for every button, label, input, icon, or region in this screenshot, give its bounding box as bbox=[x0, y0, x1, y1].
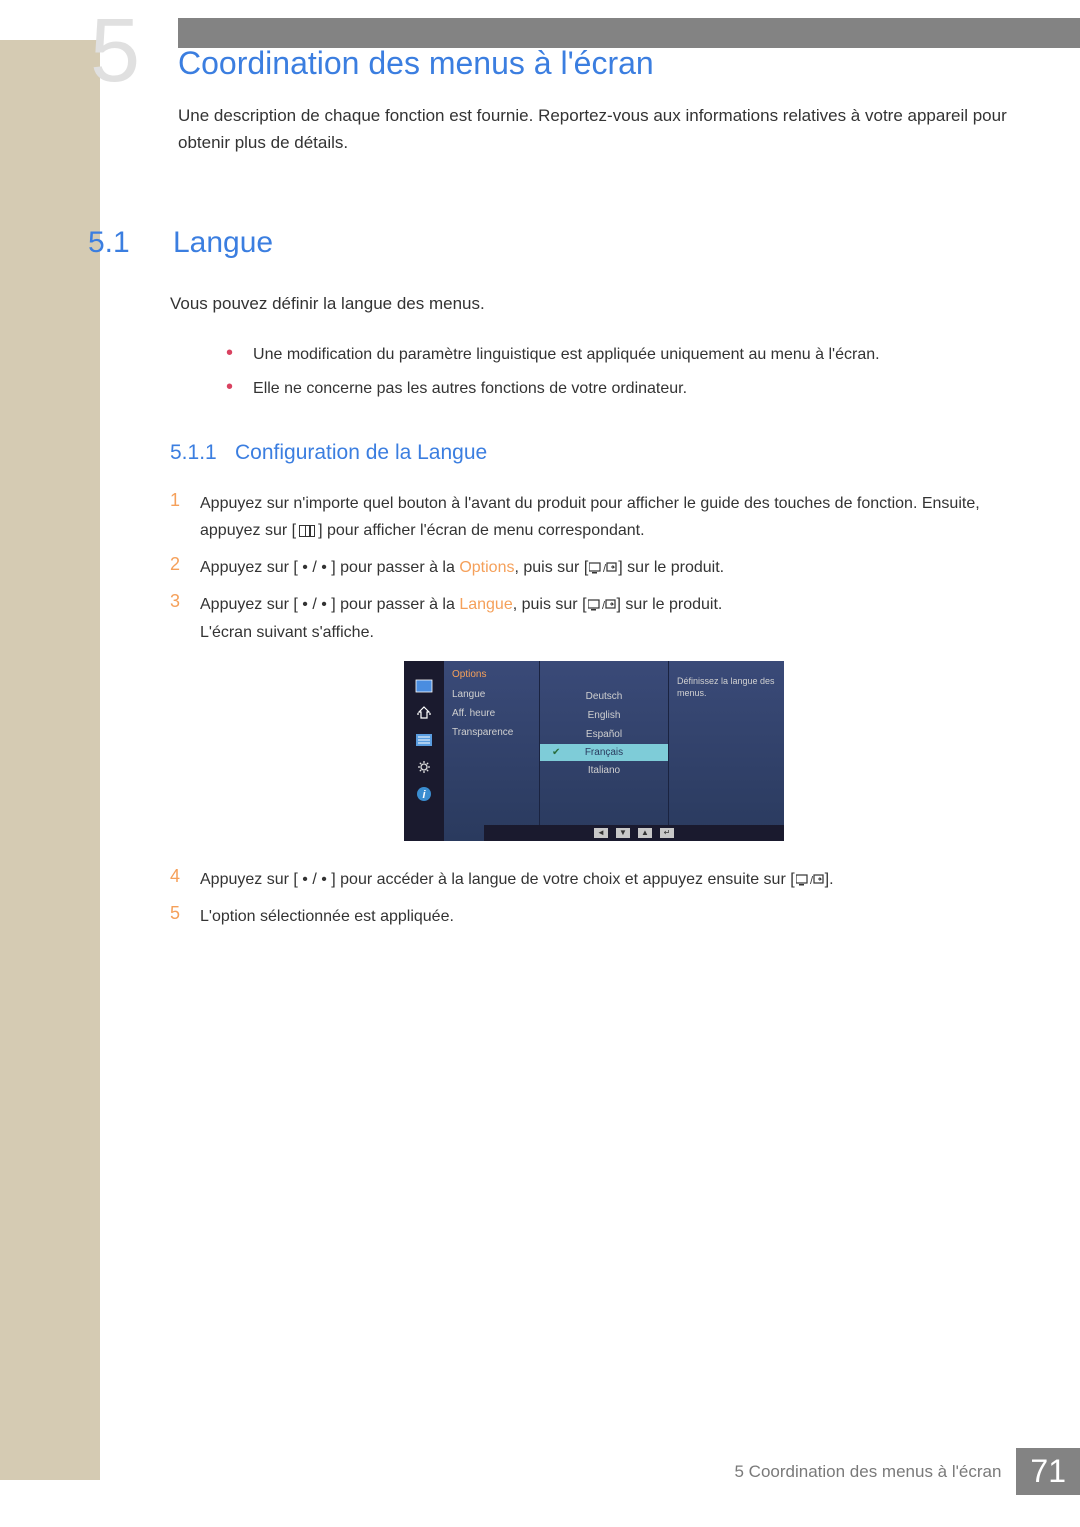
osd-help-column: Définissez la langue des menus. bbox=[669, 661, 784, 841]
menu-icon bbox=[299, 525, 315, 537]
bullet-dot-icon: • bbox=[226, 343, 233, 363]
left-sidebar bbox=[0, 40, 100, 1480]
osd-language-option: English bbox=[540, 706, 668, 725]
osd-tab-list-icon bbox=[412, 730, 436, 750]
chapter-number: 5 bbox=[90, 0, 140, 103]
step-row: 5 L'option sélectionnée est appliquée. bbox=[170, 903, 1010, 930]
step-number: 5 bbox=[170, 903, 200, 924]
step-row: 3 Appuyez sur [ • / • ] pour passer à la… bbox=[170, 591, 1010, 646]
step-text: Appuyez sur [ • / • ] pour passer à la L… bbox=[200, 591, 1010, 646]
main-content: Coordination des menus à l'écran Une des… bbox=[178, 45, 1010, 940]
osd-tab-bar: i bbox=[404, 661, 444, 841]
footer-text: 5 Coordination des menus à l'écran bbox=[735, 1462, 1002, 1482]
nav-enter-icon: ↵ bbox=[660, 828, 674, 838]
chapter-intro: Une description de chaque fonction est f… bbox=[178, 102, 1010, 156]
osd-tab-size-icon bbox=[412, 703, 436, 723]
step-text: L'option sélectionnée est appliquée. bbox=[200, 903, 1010, 930]
bullet-list: • Une modification du paramètre linguist… bbox=[226, 343, 1010, 401]
step-row: 1 Appuyez sur n'importe quel bouton à l'… bbox=[170, 490, 1010, 544]
chapter-title: Coordination des menus à l'écran bbox=[178, 45, 1010, 82]
osd-language-option: Italiano bbox=[540, 761, 668, 780]
osd-menu-header: Options bbox=[444, 669, 539, 685]
osd-tab-picture-icon bbox=[412, 676, 436, 696]
bullet-dot-icon: • bbox=[226, 377, 233, 397]
osd-help-text: Définissez la langue des menus. bbox=[677, 676, 776, 699]
bullet-item: • Elle ne concerne pas les autres foncti… bbox=[226, 377, 1010, 401]
highlight-text: Options bbox=[459, 559, 514, 576]
nav-up-icon: ▲ bbox=[638, 828, 652, 838]
osd-menu-item: Transparence bbox=[444, 723, 539, 742]
osd-menu-item: Langue bbox=[444, 685, 539, 704]
osd-menu-item: Aff. heure bbox=[444, 704, 539, 723]
osd-menu-column: Options Langue Aff. heure Transparence bbox=[444, 661, 539, 841]
page-footer: 5 Coordination des menus à l'écran 71 bbox=[735, 1448, 1080, 1495]
step-text: Appuyez sur [ • / • ] pour passer à la O… bbox=[200, 554, 1010, 581]
osd-language-selected: ✔Français bbox=[540, 744, 668, 761]
section-number: 5.1 bbox=[88, 226, 173, 260]
section-header: 5.1 Langue bbox=[178, 226, 1010, 260]
check-icon: ✔ bbox=[552, 747, 560, 758]
section-text: Vous pouvez définir la langue des menus. bbox=[170, 290, 1010, 317]
step-list-continued: 4 Appuyez sur [ • / • ] pour accéder à l… bbox=[170, 866, 1010, 931]
bullet-item: • Une modification du paramètre linguist… bbox=[226, 343, 1010, 367]
highlight-text: Langue bbox=[459, 596, 512, 613]
step-row: 2 Appuyez sur [ • / • ] pour passer à la… bbox=[170, 554, 1010, 581]
header-bar bbox=[178, 18, 1080, 48]
subsection-number: 5.1.1 bbox=[170, 441, 235, 465]
osd-footer-bar: ◄ ▼ ▲ ↵ bbox=[484, 825, 784, 841]
monitor-enter-icon: / bbox=[796, 866, 824, 893]
nav-down-icon: ▼ bbox=[616, 828, 630, 838]
osd-language-option: Deutsch bbox=[540, 687, 668, 706]
osd-screenshot: i Options Langue Aff. heure Transparence… bbox=[404, 661, 784, 841]
step-list: 1 Appuyez sur n'importe quel bouton à l'… bbox=[170, 490, 1010, 646]
osd-tab-settings-icon bbox=[412, 757, 436, 777]
monitor-enter-icon: / bbox=[588, 591, 616, 618]
bullet-text: Elle ne concerne pas les autres fonction… bbox=[253, 377, 687, 401]
osd-language-column: Deutsch English Español ✔Français Italia… bbox=[539, 661, 669, 841]
step-row: 4 Appuyez sur [ • / • ] pour accéder à l… bbox=[170, 866, 1010, 893]
subsection-header: 5.1.1 Configuration de la Langue bbox=[178, 441, 1010, 465]
step-number: 4 bbox=[170, 866, 200, 887]
nav-left-icon: ◄ bbox=[594, 828, 608, 838]
bullet-text: Une modification du paramètre linguistiq… bbox=[253, 343, 880, 367]
step-number: 1 bbox=[170, 490, 200, 511]
section-title: Langue bbox=[173, 226, 273, 260]
footer-page-number: 71 bbox=[1016, 1448, 1080, 1495]
step-text: Appuyez sur n'importe quel bouton à l'av… bbox=[200, 490, 1010, 544]
step-number: 3 bbox=[170, 591, 200, 612]
osd-body: Options Langue Aff. heure Transparence D… bbox=[444, 661, 784, 841]
subsection-title: Configuration de la Langue bbox=[235, 441, 487, 465]
step-text: Appuyez sur [ • / • ] pour accéder à la … bbox=[200, 866, 1010, 893]
monitor-enter-icon: / bbox=[589, 554, 617, 581]
step-number: 2 bbox=[170, 554, 200, 575]
osd-language-option: Español bbox=[540, 725, 668, 744]
osd-tab-info-icon: i bbox=[412, 784, 436, 804]
